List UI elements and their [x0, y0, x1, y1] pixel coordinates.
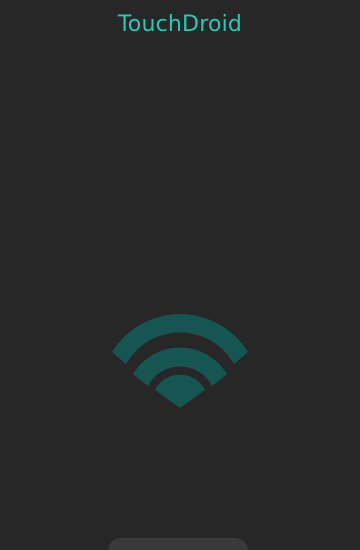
- toast-message: [108, 538, 248, 550]
- screen: TouchDroid: [0, 0, 360, 550]
- app-title: TouchDroid: [117, 12, 243, 37]
- wifi-icon: [109, 312, 251, 412]
- wifi-dot: [155, 374, 205, 408]
